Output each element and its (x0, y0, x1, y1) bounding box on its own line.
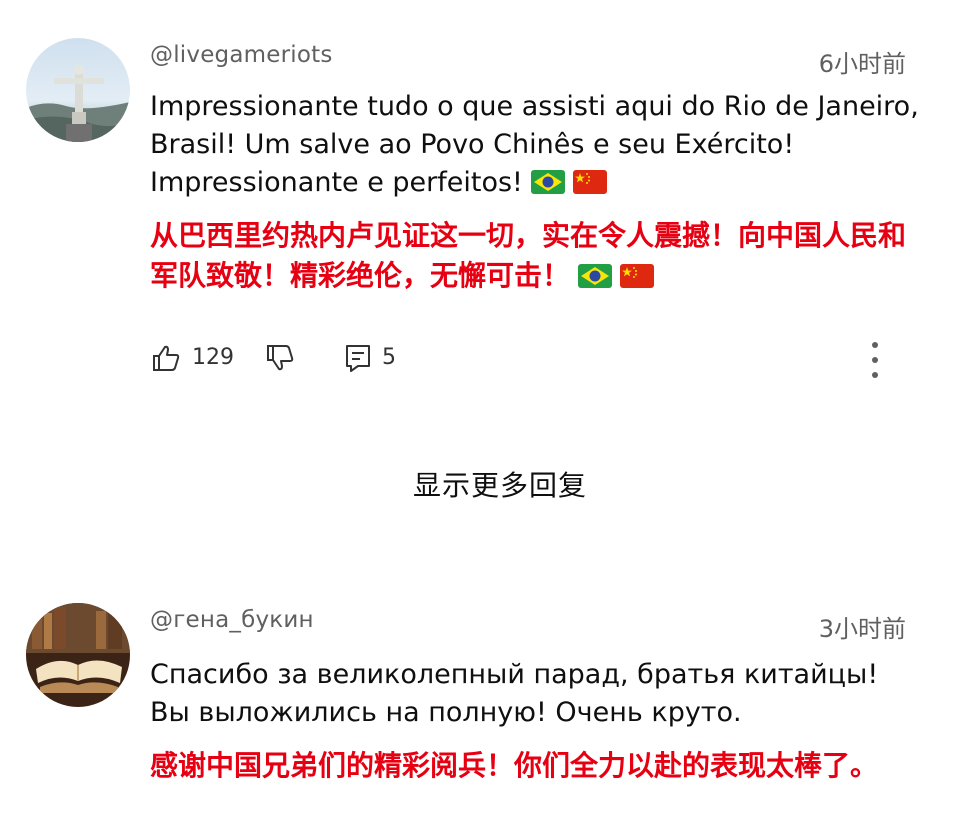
comment-translation: 感谢中国兄弟们的精彩阅兵！你们全力以赴的表现太棒了。 (150, 749, 879, 782)
comment-text: Impressionante tudo o que assisti aqui d… (150, 88, 920, 202)
comment-translation: 从巴西里约热内卢见证这一切，实在令人震撼！向中国人民和军队致敬！精彩绝伦，无懈可… (150, 216, 920, 296)
username[interactable]: @гена_букин (150, 607, 314, 633)
open-book-avatar-image (26, 603, 130, 707)
avatar[interactable] (26, 38, 130, 142)
dot (872, 372, 878, 378)
comment-time: 3小时前 (818, 615, 906, 643)
thumbs-down-icon[interactable] (264, 342, 296, 374)
christ-redeemer-avatar-image (26, 38, 130, 142)
comment-time: 6小时前 (818, 50, 906, 78)
translation-content: 从巴西里约热内卢见证这一切，实在令人震撼！向中国人民和军队致敬！精彩绝伦，无懈可… (150, 219, 907, 292)
avatar[interactable] (26, 603, 130, 707)
dot (872, 342, 878, 348)
more-options-icon[interactable] (860, 340, 890, 380)
dot (872, 357, 878, 363)
comments-page: @livegameriots 6小时前 Impressionante tudo … (0, 0, 960, 822)
comment-item: @livegameriots 6小时前 Impressionante tudo … (0, 0, 960, 440)
brazil-flag-icon (578, 264, 613, 288)
comment-text: Спасибо за великолепный парад, братья ки… (150, 659, 879, 728)
like-count: 129 (192, 345, 234, 370)
reply-icon[interactable] (342, 342, 374, 374)
username[interactable]: @livegameriots (150, 42, 333, 68)
china-flag-icon (620, 264, 655, 288)
brazil-flag-icon (530, 170, 565, 194)
comment-actions: 129 5 (150, 340, 910, 380)
reply-count: 5 (382, 345, 396, 370)
thumbs-up-icon[interactable] (150, 342, 182, 374)
show-more-replies-button[interactable]: 显示更多回复 (0, 464, 960, 504)
china-flag-icon (572, 170, 607, 194)
